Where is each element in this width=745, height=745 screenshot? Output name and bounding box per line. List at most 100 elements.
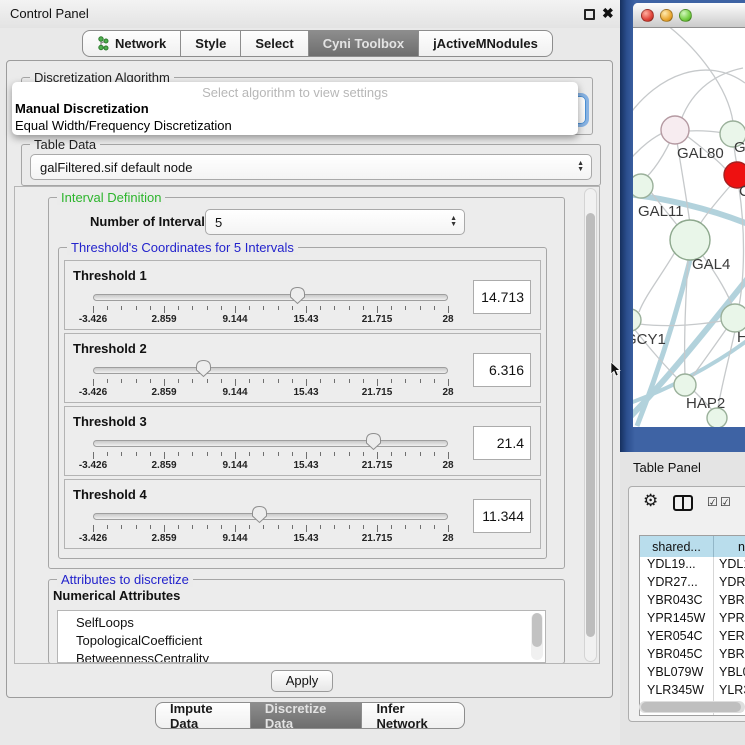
table-row[interactable]: YDL19...YDL1 [640, 557, 745, 575]
slider-thumb[interactable] [251, 505, 268, 524]
tab-discretize-data[interactable]: Discretize Data [251, 702, 363, 729]
checkbox-icon[interactable]: ☑ [720, 495, 731, 509]
checkbox-icon[interactable]: ☑ [707, 495, 718, 509]
tab-impute-data[interactable]: Impute Data [155, 702, 251, 729]
threshold-slider[interactable]: -3.4262.8599.14415.4321.71528 [93, 506, 448, 546]
thresholds-group: Threshold's Coordinates for 5 Intervals … [58, 247, 547, 559]
table-row[interactable]: YLR345WYLR3 [640, 683, 745, 701]
tab-label: Network [115, 36, 166, 51]
network-desktop: GAL80GACGAL11GAL4GCY1HHAP2 [620, 0, 745, 452]
cell-name[interactable]: YDL1 [714, 557, 745, 575]
bottom-tabbar: Impute Data Discretize Data Infer Networ… [155, 702, 465, 729]
tab-style[interactable]: Style [181, 30, 241, 57]
network-node[interactable] [670, 220, 710, 260]
popup-option-manual-discretization[interactable]: Manual Discretization [15, 101, 149, 116]
threshold-value-field[interactable]: 11.344 [473, 499, 531, 533]
table-row[interactable]: YBL079WYBL0 [640, 665, 745, 683]
table-row[interactable]: YDR27...YDR2 [640, 575, 745, 593]
close-traffic-light[interactable] [641, 9, 654, 22]
cell-shared-name[interactable]: YBR045C [640, 647, 714, 665]
cell-shared-name[interactable]: YDL19... [640, 557, 714, 575]
cell-name[interactable]: YER0 [714, 629, 745, 647]
tab-jactivemnodules[interactable]: jActiveMNodules [419, 30, 553, 57]
cell-name[interactable]: YPR1 [714, 611, 745, 629]
network-node[interactable] [661, 116, 689, 144]
cell-shared-name[interactable]: YDR27... [640, 575, 714, 593]
slider-thumb[interactable] [289, 286, 306, 305]
table-row[interactable]: YPR145WYPR1 [640, 611, 745, 629]
threshold-slider[interactable]: -3.4262.8599.14415.4321.71528 [93, 433, 448, 473]
tab-network[interactable]: Network [82, 30, 181, 57]
network-window-titlebar[interactable] [633, 3, 745, 28]
apply-button[interactable]: Apply [271, 670, 333, 692]
slider-thumb[interactable] [195, 359, 212, 378]
network-node[interactable] [707, 408, 727, 427]
cell-shared-name[interactable]: YLR345W [640, 683, 714, 701]
attributes-list[interactable]: SelfLoopsTopologicalCoefficientBetweenne… [57, 610, 546, 663]
threshold-value-field[interactable]: 6.316 [473, 353, 531, 387]
network-node[interactable] [721, 304, 745, 332]
cell-name[interactable]: YLR3 [714, 683, 745, 701]
threshold-value-field[interactable]: 14.713 [473, 280, 531, 314]
minimize-traffic-light[interactable] [660, 9, 673, 22]
cell-shared-name[interactable]: YBL079W [640, 665, 714, 683]
threshold-slider[interactable]: -3.4262.8599.14415.4321.71528 [93, 360, 448, 400]
gear-icon[interactable]: ⚙ [643, 491, 658, 511]
attribute-list-item[interactable]: SelfLoops [58, 614, 545, 632]
network-canvas[interactable]: GAL80GACGAL11GAL4GCY1HHAP2 [633, 28, 745, 427]
slider-track[interactable] [93, 440, 448, 447]
cell-name[interactable]: YBR0 [714, 593, 745, 611]
network-window[interactable]: GAL80GACGAL11GAL4GCY1HHAP2 [633, 3, 745, 427]
network-node[interactable] [633, 309, 641, 331]
slider-tick [377, 306, 378, 313]
cell-name[interactable]: YBL0 [714, 665, 745, 683]
settings-vertical-scrollbar[interactable] [584, 188, 597, 662]
network-node[interactable] [674, 374, 696, 396]
app-root: Control Panel ✖ Network Style Select Cyn… [0, 0, 745, 745]
close-icon[interactable]: ✖ [602, 5, 614, 22]
slider-tick [107, 452, 108, 456]
slider-axis-label: -3.426 [79, 314, 107, 325]
cell-shared-name[interactable]: YBR043C [640, 593, 714, 611]
slider-track[interactable] [93, 513, 448, 520]
attribute-list-item[interactable]: BetweennessCentrality [58, 650, 545, 663]
slider-tick [434, 306, 435, 310]
slider-tick [363, 379, 364, 383]
slider-thumb[interactable] [365, 432, 382, 451]
network-node[interactable] [633, 174, 653, 198]
interval-definition-title: Interval Definition [57, 190, 165, 205]
threshold-value-field[interactable]: 21.4 [473, 426, 531, 460]
table-data-combo[interactable]: galFiltered.sif default node ▲▼ [30, 154, 592, 180]
network-graph: GAL80GACGAL11GAL4GCY1HHAP2 [633, 28, 745, 427]
tab-label: Select [255, 36, 293, 51]
table-row[interactable]: YBR043CYBR0 [640, 593, 745, 611]
slider-tick [278, 306, 279, 310]
cell-shared-name[interactable]: YER054C [640, 629, 714, 647]
split-columns-icon[interactable] [673, 495, 693, 511]
num-intervals-combo[interactable]: 5 ▲▼ [205, 209, 465, 235]
slider-tick [292, 452, 293, 456]
cell-name[interactable]: YBR0 [714, 647, 745, 665]
slider-track[interactable] [93, 367, 448, 374]
float-window-icon[interactable] [584, 9, 595, 20]
table-horizontal-scrollbar[interactable] [639, 701, 745, 713]
tab-label: Impute Data [170, 701, 236, 731]
interval-definition-group: Interval Definition Number of Intervals … [48, 197, 565, 569]
cyni-toolbox-panel: Discretization Algorithm ▲▼ Table Data g… [6, 60, 613, 698]
column-header-shared-name[interactable]: shared... [640, 536, 714, 557]
table-row[interactable]: YER054CYER0 [640, 629, 745, 647]
cell-name[interactable]: YDR2 [714, 575, 745, 593]
cell-shared-name[interactable]: YPR145W [640, 611, 714, 629]
threshold-slider[interactable]: -3.4262.8599.14415.4321.71528 [93, 287, 448, 327]
zoom-traffic-light[interactable] [679, 9, 692, 22]
column-header-name[interactable]: n [714, 536, 745, 557]
table-row[interactable]: YBR045CYBR0 [640, 647, 745, 665]
tab-infer-network[interactable]: Infer Network [362, 702, 465, 729]
slider-tick [93, 452, 94, 459]
popup-option-equal-width[interactable]: Equal Width/Frequency Discretization [15, 118, 232, 133]
attribute-list-item[interactable]: TopologicalCoefficient [58, 632, 545, 650]
tab-cyni-toolbox[interactable]: Cyni Toolbox [309, 30, 419, 57]
slider-track[interactable] [93, 294, 448, 301]
attributes-list-scrollbar[interactable] [531, 613, 543, 660]
tab-select[interactable]: Select [241, 30, 308, 57]
